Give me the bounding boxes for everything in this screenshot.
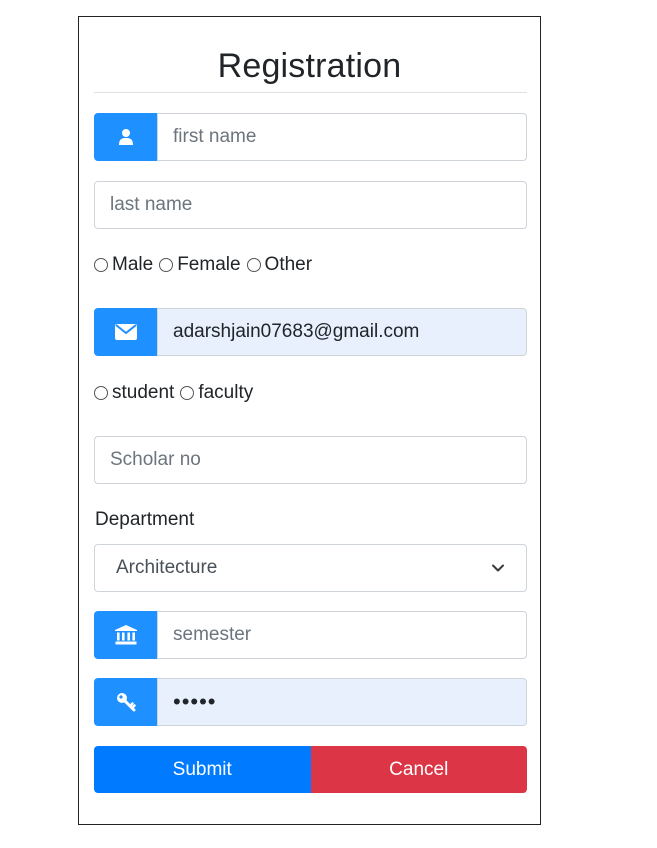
role-label: student	[112, 382, 175, 403]
gender-radio-group: Male Female Other	[94, 254, 314, 276]
gender-label: Other	[264, 254, 313, 275]
first-name-input[interactable]	[157, 113, 527, 161]
password-group: •••••	[94, 678, 527, 726]
key-icon	[94, 678, 157, 726]
role-option-faculty[interactable]: faculty	[180, 382, 253, 404]
chevron-down-icon	[491, 561, 505, 575]
role-option-student[interactable]: student	[94, 382, 174, 404]
password-input[interactable]: •••••	[157, 678, 527, 726]
form-actions: Submit Cancel	[94, 746, 527, 793]
radio-button[interactable]	[180, 386, 195, 400]
department-label: Department	[95, 509, 195, 530]
radio-button[interactable]	[159, 258, 174, 272]
divider	[94, 92, 527, 93]
last-name-input[interactable]	[94, 181, 527, 229]
role-radio-group: student faculty	[94, 382, 255, 404]
first-name-group	[94, 113, 527, 161]
gender-option-male[interactable]: Male	[94, 254, 153, 276]
gender-option-other[interactable]: Other	[246, 254, 313, 276]
email-group	[94, 308, 527, 356]
radio-button[interactable]	[246, 258, 261, 272]
department-selected-value: Architecture	[116, 557, 218, 578]
gender-label: Female	[177, 254, 241, 275]
submit-button[interactable]: Submit	[94, 746, 311, 793]
scholar-no-group	[94, 436, 527, 484]
last-name-group	[94, 181, 527, 229]
role-label: faculty	[198, 382, 254, 403]
gender-label: Male	[112, 254, 154, 275]
envelope-icon	[94, 308, 157, 356]
radio-button[interactable]	[94, 386, 108, 400]
scholar-no-input[interactable]	[94, 436, 527, 484]
page-title: Registration	[217, 47, 402, 85]
semester-group	[94, 611, 527, 659]
email-input[interactable]	[157, 308, 527, 356]
institution-icon	[94, 611, 157, 659]
department-select[interactable]: Architecture	[94, 544, 527, 592]
gender-option-female[interactable]: Female	[159, 254, 241, 276]
password-mask: •••••	[173, 689, 217, 714]
semester-input[interactable]	[157, 611, 527, 659]
registration-card: Registration Male Female Other	[78, 16, 541, 825]
radio-button[interactable]	[94, 258, 108, 272]
user-icon	[94, 113, 157, 161]
cancel-button[interactable]: Cancel	[310, 746, 527, 793]
